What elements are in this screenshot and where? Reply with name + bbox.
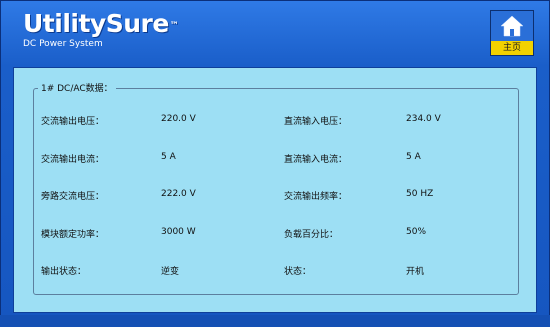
brand-logo: UtilitySure™ DC Power System bbox=[23, 9, 179, 50]
home-icon bbox=[500, 15, 524, 37]
brand-subtitle: DC Power System bbox=[23, 39, 103, 49]
row2-left-label: 交流输出电流： bbox=[41, 155, 105, 165]
row1-left-label: 交流输出电压： bbox=[41, 117, 105, 127]
dcac-data-group bbox=[33, 88, 519, 295]
row3-right-value: 50 HZ bbox=[406, 189, 434, 199]
row5-left-label: 输出状态： bbox=[41, 267, 87, 277]
row5-right-value: 开机 bbox=[406, 267, 425, 277]
row5-right-label: 状态： bbox=[284, 267, 312, 277]
row2-right-value: 5 A bbox=[406, 152, 421, 162]
row1-right-value: 234.0 V bbox=[406, 114, 441, 124]
row1-left-value: 220.0 V bbox=[161, 114, 196, 124]
bottom-bar bbox=[0, 315, 550, 327]
row4-left-value: 3000 W bbox=[161, 227, 196, 237]
row5-left-value: 逆变 bbox=[161, 267, 180, 277]
group-title: 1# DC/AC数据： bbox=[38, 81, 116, 94]
row2-right-label: 直流输入电流： bbox=[284, 155, 348, 165]
row3-right-label: 交流输出频率： bbox=[284, 192, 348, 202]
row4-left-label: 模块额定功率： bbox=[41, 230, 105, 240]
content-panel: 1# DC/AC数据： 交流输出电压： 220.0 V 直流输入电压： 234.… bbox=[13, 67, 537, 313]
home-button-label: 主页 bbox=[491, 41, 533, 55]
home-button[interactable]: 主页 bbox=[490, 10, 534, 56]
brand-name: UtilitySure™ bbox=[23, 9, 179, 38]
row4-right-value: 50% bbox=[406, 227, 427, 237]
row3-left-value: 222.0 V bbox=[161, 189, 196, 199]
row4-right-label: 负载百分比： bbox=[284, 230, 339, 240]
trademark-mark: ™ bbox=[169, 21, 179, 31]
row2-left-value: 5 A bbox=[161, 152, 176, 162]
row1-right-label: 直流输入电压： bbox=[284, 117, 348, 127]
row3-left-label: 旁路交流电压： bbox=[41, 192, 105, 202]
